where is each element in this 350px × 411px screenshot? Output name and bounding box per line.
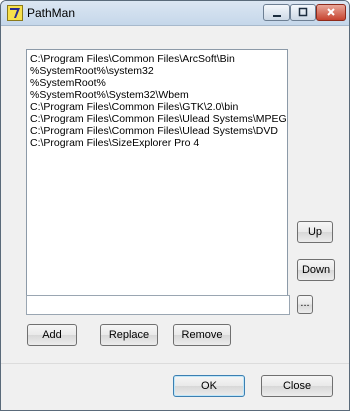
move-up-button[interactable]: Up	[297, 221, 333, 243]
close-button[interactable]: Close	[261, 375, 333, 397]
path-list[interactable]: C:\Program Files\Common Files\ArcSoft\Bi…	[26, 49, 288, 305]
path-input[interactable]	[26, 295, 290, 315]
window-title: PathMan	[27, 6, 76, 20]
maximize-icon	[298, 7, 308, 17]
move-down-button[interactable]: Down	[297, 259, 335, 281]
add-button[interactable]: Add	[27, 324, 77, 346]
list-item[interactable]: C:\Program Files\Common Files\GTK\2.0\bi…	[30, 101, 238, 113]
minimize-icon	[272, 15, 281, 17]
list-item[interactable]: C:\Program Files\SizeExplorer Pro 4	[30, 137, 199, 149]
close-icon	[327, 8, 335, 16]
list-item[interactable]: C:\Program Files\Common Files\Ulead Syst…	[30, 113, 287, 125]
app-icon	[7, 5, 23, 21]
remove-button[interactable]: Remove	[173, 324, 231, 346]
ok-button[interactable]: OK	[173, 375, 245, 397]
replace-button[interactable]: Replace	[100, 324, 158, 346]
title-bar[interactable]: PathMan	[1, 1, 349, 26]
list-item[interactable]: C:\Program Files\Common Files\ArcSoft\Bi…	[30, 53, 235, 65]
close-window-button[interactable]	[316, 4, 346, 21]
list-item[interactable]: %SystemRoot%\system32	[30, 65, 154, 77]
list-item[interactable]: %SystemRoot%	[30, 77, 106, 89]
dialog-body: C:\Program Files\Common Files\ArcSoft\Bi…	[9, 27, 341, 403]
list-item[interactable]: %SystemRoot%\System32\Wbem	[30, 89, 189, 101]
dialog-footer: OK Close	[1, 363, 349, 410]
pathman-window: PathMan C:\Program Files\Common Files\Ar…	[0, 0, 350, 411]
list-item[interactable]: C:\Program Files\Common Files\Ulead Syst…	[30, 125, 278, 137]
browse-button[interactable]: ...	[297, 295, 313, 314]
minimize-button[interactable]	[263, 4, 290, 21]
maximize-button[interactable]	[290, 4, 316, 21]
